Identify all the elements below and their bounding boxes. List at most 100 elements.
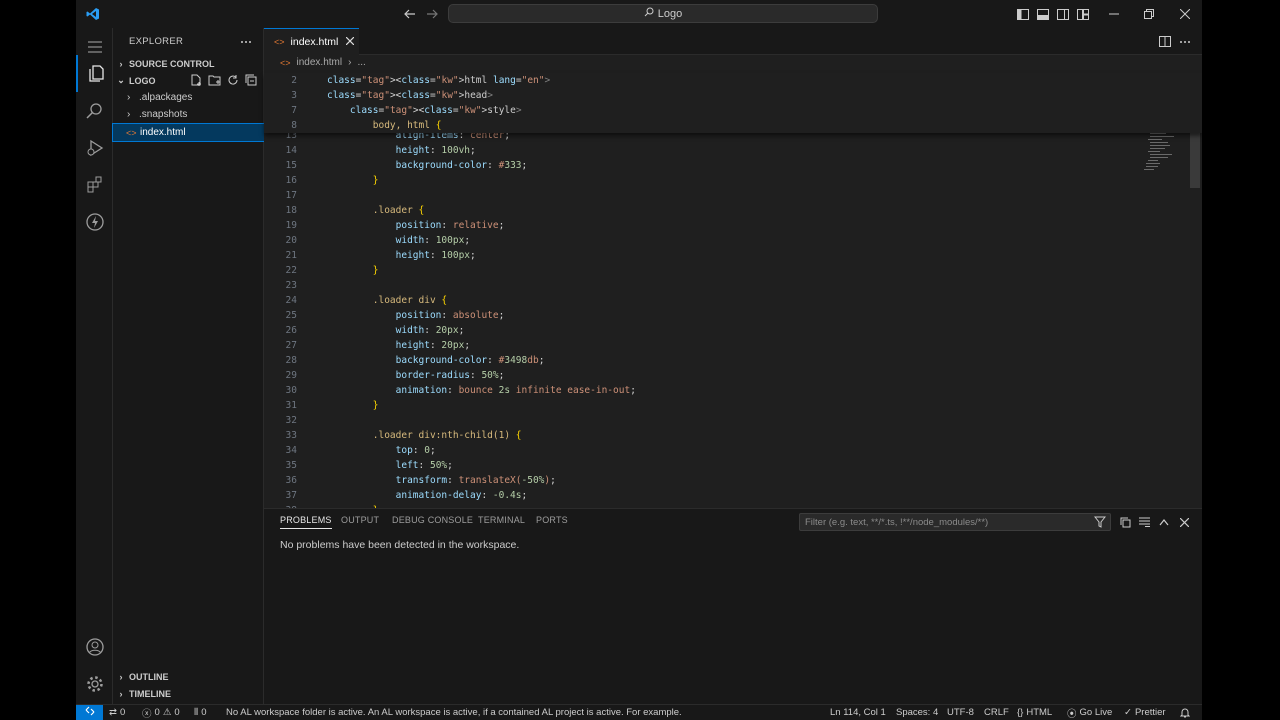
extensions-icon[interactable]: [76, 166, 113, 203]
back-arrow-icon[interactable]: [400, 0, 420, 28]
code-line[interactable]: 21 height: 100px;: [264, 248, 1134, 263]
restore-icon[interactable]: [1136, 0, 1162, 28]
ports-status[interactable]: ⇄ 0: [109, 705, 125, 720]
remote-indicator[interactable]: [76, 705, 103, 720]
code-line[interactable]: 15 background-color: #333;: [264, 158, 1134, 173]
lightning-icon[interactable]: [76, 203, 113, 240]
tab-output[interactable]: OUTPUT: [341, 515, 379, 525]
minimize-icon[interactable]: [1101, 0, 1127, 28]
new-folder-icon[interactable]: [208, 74, 221, 88]
close-tab-icon[interactable]: [345, 36, 355, 48]
code-text: .loader div {: [372, 295, 448, 306]
code-line[interactable]: 29 border-radius: 50%;: [264, 368, 1134, 383]
collapse-all-icon[interactable]: [1118, 509, 1132, 535]
code-line[interactable]: 25 position: absolute;: [264, 308, 1134, 323]
code-line[interactable]: 23: [264, 278, 1134, 293]
tab-problems[interactable]: PROBLEMS: [280, 515, 332, 529]
code-line[interactable]: 24 .loader div {: [264, 293, 1134, 308]
code-line[interactable]: 27 height: 20px;: [264, 338, 1134, 353]
code-text: class="tag"><: [327, 75, 402, 86]
breadcrumb-file[interactable]: index.html: [297, 57, 343, 68]
indentation[interactable]: Spaces: 4: [896, 705, 938, 720]
al-status-message[interactable]: No AL workspace folder is active. An AL …: [226, 705, 682, 720]
collapse-all-icon[interactable]: [245, 74, 257, 88]
code-line[interactable]: 18 .loader {: [264, 203, 1134, 218]
explorer-icon[interactable]: [76, 55, 113, 92]
filter-icon[interactable]: [1093, 516, 1107, 531]
more-actions-icon[interactable]: [238, 28, 254, 55]
code-line[interactable]: 14 height: 100vh;: [264, 143, 1134, 158]
settings-gear-icon[interactable]: [76, 665, 113, 702]
line-number: 21: [285, 250, 297, 261]
view-as-tree-icon[interactable]: [1137, 509, 1151, 535]
close-panel-icon[interactable]: [1177, 509, 1191, 535]
problems-status[interactable]: ⓧ 0 ⚠ 0: [142, 705, 180, 720]
language-mode[interactable]: {} HTML: [1017, 705, 1052, 720]
notifications-bell-icon[interactable]: [1180, 705, 1190, 720]
code-line[interactable]: 37 animation-delay: -0.4s;: [264, 488, 1134, 503]
cursor-position[interactable]: Ln 114, Col 1: [830, 705, 886, 720]
sticky-code-line[interactable]: 2 class="tag">< class = "kw" >html lang = "en" >: [264, 73, 1134, 88]
tab-ports[interactable]: PORTS: [536, 515, 568, 525]
command-center-search[interactable]: Logo: [448, 4, 878, 23]
maximize-panel-icon[interactable]: [1157, 509, 1171, 535]
code-line[interactable]: 34 top: 0;: [264, 443, 1134, 458]
no-ports-status[interactable]: ⦀ 0: [194, 705, 206, 720]
outline-section[interactable]: › OUTLINE: [113, 668, 264, 685]
prettier-status[interactable]: ✓ Prettier: [1124, 705, 1166, 720]
code-line[interactable]: 20 width: 100px;: [264, 233, 1134, 248]
sticky-code-line[interactable]: 7 class="tag">< class = "kw" >style >: [264, 103, 1134, 118]
code-line[interactable]: 22 }: [264, 263, 1134, 278]
code-text: height: 20px;: [395, 340, 471, 351]
code-line[interactable]: 19 position: relative;: [264, 218, 1134, 233]
tree-item-snapshots[interactable]: › .snapshots: [113, 106, 264, 123]
chevron-right-icon: ›: [119, 688, 123, 699]
line-ending[interactable]: CRLF: [984, 705, 1009, 720]
search-label: Logo: [657, 7, 683, 20]
refresh-icon[interactable]: [227, 74, 239, 88]
code-line[interactable]: 26 width: 20px;: [264, 323, 1134, 338]
code-line[interactable]: 33 .loader div:nth-child(1) {: [264, 428, 1134, 443]
close-window-icon[interactable]: [1172, 0, 1198, 28]
code-line[interactable]: 36 transform: translateX(-50%);: [264, 473, 1134, 488]
timeline-section[interactable]: › TIMELINE: [113, 685, 264, 702]
code-line[interactable]: 31 }: [264, 398, 1134, 413]
forward-arrow-icon[interactable]: [422, 0, 442, 28]
code-line[interactable]: 17: [264, 188, 1134, 203]
editor-tabs: <> index.html: [264, 28, 1202, 55]
editor-more-icon[interactable]: [1178, 28, 1192, 55]
new-file-icon[interactable]: [190, 74, 202, 88]
toggle-panel-icon[interactable]: [1036, 0, 1050, 28]
breadcrumb-more[interactable]: ...: [357, 57, 365, 68]
account-icon[interactable]: [76, 628, 113, 665]
code-line[interactable]: 32: [264, 413, 1134, 428]
sticky-code-line[interactable]: 3 class="tag">< class = "kw" >head >: [264, 88, 1134, 103]
code-line[interactable]: 16 }: [264, 173, 1134, 188]
sticky-code-line[interactable]: 8 body, html {: [264, 118, 1134, 133]
search-view-icon[interactable]: [76, 92, 113, 129]
toggle-secondary-sidebar-icon[interactable]: [1056, 0, 1070, 28]
tab-index-html[interactable]: <> index.html: [264, 28, 359, 55]
encoding[interactable]: UTF-8: [947, 705, 974, 720]
code-text: transform: translateX(-50%);: [395, 475, 556, 486]
code-line[interactable]: 30 animation: bounce 2s infinite ease-in…: [264, 383, 1134, 398]
source-control-section[interactable]: › SOURCE CONTROL: [113, 55, 264, 72]
split-editor-icon[interactable]: [1158, 28, 1172, 55]
toggle-sidebar-icon[interactable]: [1016, 0, 1030, 28]
run-debug-icon[interactable]: [76, 129, 113, 166]
code-line[interactable]: 28 background-color: #3498db;: [264, 353, 1134, 368]
tree-item-alpackages[interactable]: › .alpackages: [113, 89, 264, 106]
tree-item-index-html[interactable]: <> index.html: [112, 123, 265, 142]
go-live-button[interactable]: ⦿ Go Live: [1067, 705, 1112, 720]
code-text: height: 100vh;: [395, 145, 476, 156]
tree-item-label: .alpackages: [139, 92, 193, 103]
tab-terminal[interactable]: TERMINAL: [478, 515, 525, 525]
line-number: 2: [291, 75, 297, 86]
folder-logo-section[interactable]: ⌄ LOGO: [113, 72, 264, 89]
code-line[interactable]: 35 left: 50%;: [264, 458, 1134, 473]
tab-debug-console[interactable]: DEBUG CONSOLE: [392, 515, 473, 525]
problems-filter-input[interactable]: Filter (e.g. text, **/*.ts, !**/node_mod…: [799, 513, 1111, 531]
braces-icon: {}: [1017, 707, 1024, 718]
customize-layout-icon[interactable]: [1076, 0, 1090, 28]
ports-count: 0: [119, 707, 126, 718]
